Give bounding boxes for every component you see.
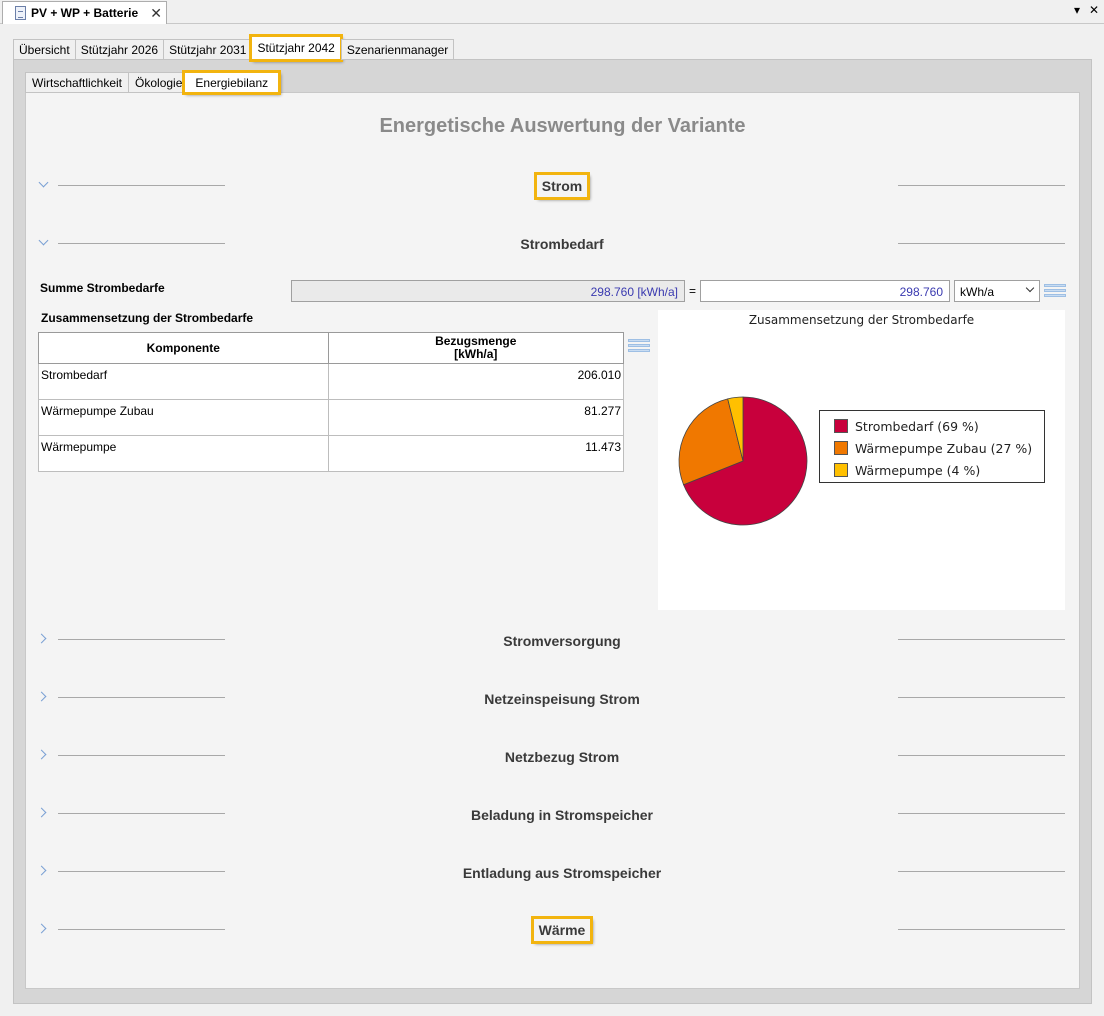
section-strom-label: Strom xyxy=(533,172,591,200)
table-row[interactable]: Wärmepumpe Zubau 81.277 xyxy=(38,399,624,436)
document-icon xyxy=(15,6,26,20)
legend-item: Wärmepumpe (4 %) xyxy=(834,459,1044,481)
divider xyxy=(58,813,225,814)
tab-stuetzjahr-2026[interactable]: Stützjahr 2026 xyxy=(74,39,164,60)
divider xyxy=(58,697,225,698)
tab-stuetzjahr-2042[interactable]: Stützjahr 2042 xyxy=(249,34,343,62)
page-title: Energetische Auswertung der Variante xyxy=(379,115,746,137)
divider xyxy=(58,755,225,756)
chevron-down-icon[interactable]: ▾ xyxy=(1074,3,1080,17)
unit-select[interactable]: kWh/a xyxy=(954,280,1040,302)
document-tab-title: PV + WP + Batterie xyxy=(31,6,139,20)
document-tab[interactable]: PV + WP + Batterie ✕ xyxy=(2,1,167,24)
outer-tabs: Übersicht Stützjahr 2026 Stützjahr 2031 … xyxy=(13,34,455,62)
tab-oekologie[interactable]: Ökologie xyxy=(128,72,185,93)
section-waerme[interactable]: Wärme xyxy=(230,916,894,944)
divider xyxy=(58,639,225,640)
summe-value-input[interactable]: 298.760 xyxy=(700,280,950,302)
section-stromversorgung[interactable]: Stromversorgung xyxy=(230,633,894,649)
divider xyxy=(898,929,1065,930)
column-header-bezugsmenge[interactable]: Bezugsmenge [kWh/a] xyxy=(327,332,624,364)
column-header-unit: [kWh/a] xyxy=(454,347,498,361)
section-strom[interactable]: Strom xyxy=(230,172,894,200)
legend-label: Strombedarf (69 %) xyxy=(855,418,979,434)
column-header-komponente[interactable]: Komponente xyxy=(38,332,329,364)
tab-wirtschaftlichkeit[interactable]: Wirtschaftlichkeit xyxy=(25,72,129,93)
section-beladung[interactable]: Beladung in Stromspeicher xyxy=(230,807,894,823)
menu-icon[interactable] xyxy=(1044,284,1066,300)
document-tab-bar: PV + WP + Batterie ✕ ▾ ✕ xyxy=(0,0,1104,24)
legend-label: Wärmepumpe (4 %) xyxy=(855,462,981,478)
cell-komponente: Wärmepumpe xyxy=(38,435,329,472)
summe-label: Summe Strombedarfe xyxy=(40,281,165,295)
section-entladung[interactable]: Entladung aus Stromspeicher xyxy=(230,865,894,881)
equals-sign: = xyxy=(689,284,697,298)
legend-label: Wärmepumpe Zubau (27 %) xyxy=(855,440,1033,456)
divider xyxy=(898,697,1065,698)
tab-szenarienmanager[interactable]: Szenarienmanager xyxy=(340,39,455,60)
divider xyxy=(898,871,1065,872)
divider xyxy=(898,813,1065,814)
divider xyxy=(898,185,1065,186)
divider xyxy=(58,243,225,244)
cell-komponente: Strombedarf xyxy=(38,363,329,400)
pie-chart: Zusammensetzung der Strombedarfe Strombe… xyxy=(658,310,1065,610)
window-close-icon[interactable]: ✕ xyxy=(1089,3,1099,17)
legend-swatch xyxy=(834,419,848,433)
section-netzeinspeisung[interactable]: Netzeinspeisung Strom xyxy=(230,691,894,707)
inner-tabs: Wirtschaftlichkeit Ökologie Energiebilan… xyxy=(25,70,282,95)
cell-komponente: Wärmepumpe Zubau xyxy=(38,399,329,436)
divider xyxy=(58,929,225,930)
divider xyxy=(898,755,1065,756)
legend-item: Wärmepumpe Zubau (27 %) xyxy=(834,437,1044,459)
summe-readonly-field: 298.760 [kWh/a] xyxy=(291,280,685,302)
table-title: Zusammensetzung der Strombedarfe xyxy=(41,311,254,325)
cell-bezugsmenge: 206.010 xyxy=(327,363,624,400)
section-waerme-label: Wärme xyxy=(530,916,594,944)
tab-uebersicht[interactable]: Übersicht xyxy=(13,39,75,60)
chart-legend: Strombedarf (69 %) Wärmepumpe Zubau (27 … xyxy=(819,410,1045,483)
legend-swatch xyxy=(834,463,848,477)
cell-bezugsmenge: 81.277 xyxy=(327,399,624,436)
unit-select-value: kWh/a xyxy=(960,285,995,299)
cell-bezugsmenge: 11.473 xyxy=(327,435,624,472)
divider xyxy=(898,639,1065,640)
table-row[interactable]: Wärmepumpe 11.473 xyxy=(38,435,624,472)
strombedarf-table: Komponente Bezugsmenge [kWh/a] Strombeda… xyxy=(38,332,624,472)
divider xyxy=(58,871,225,872)
chevron-down-icon xyxy=(1025,283,1035,293)
menu-icon[interactable] xyxy=(628,339,650,355)
close-icon[interactable]: ✕ xyxy=(150,5,162,22)
legend-swatch xyxy=(834,441,848,455)
tab-stuetzjahr-2031[interactable]: Stützjahr 2031 xyxy=(163,39,252,60)
divider xyxy=(58,185,225,186)
table-row[interactable]: Strombedarf 206.010 xyxy=(38,363,624,400)
column-header-bezugsmenge-label: Bezugsmenge xyxy=(435,334,517,348)
tab-energiebilanz[interactable]: Energiebilanz xyxy=(182,70,282,95)
divider xyxy=(898,243,1065,244)
section-strombedarf[interactable]: Strombedarf xyxy=(230,236,894,252)
legend-item: Strombedarf (69 %) xyxy=(834,415,1044,437)
section-netzbezug[interactable]: Netzbezug Strom xyxy=(230,749,894,765)
